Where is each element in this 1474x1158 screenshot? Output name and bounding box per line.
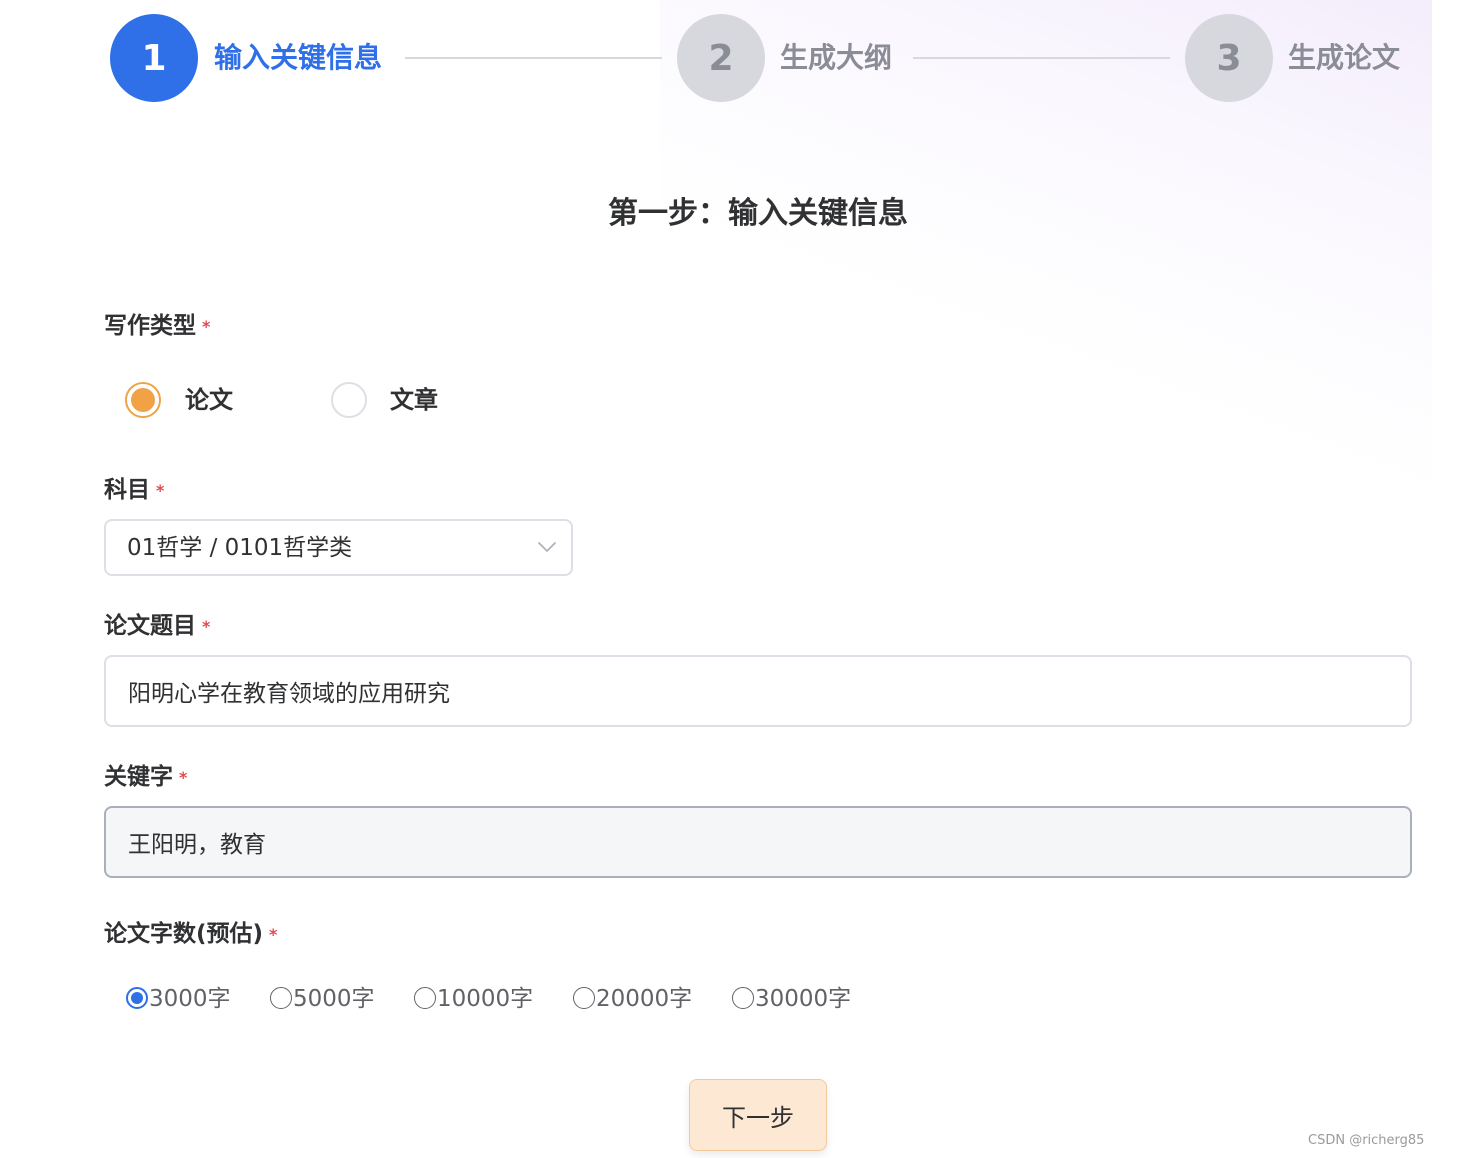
step-connector-1 xyxy=(405,57,662,59)
word-count-label-text: 论文字数(预估) xyxy=(104,921,264,947)
step-2-circle[interactable]: 2 xyxy=(677,14,765,102)
keywords-label-text: 关键字 xyxy=(104,764,173,790)
step-1-label[interactable]: 输入关键信息 xyxy=(214,38,382,78)
writing-type-label: 写作类型 * xyxy=(104,310,210,343)
subject-select[interactable]: 01哲学 / 0101哲学类 xyxy=(104,519,573,576)
writing-type-radio-paper[interactable] xyxy=(125,382,161,418)
keywords-label: 关键字 * xyxy=(104,761,187,794)
step-2-label[interactable]: 生成大纲 xyxy=(780,38,892,78)
word-count-radio-3000[interactable] xyxy=(126,987,148,1009)
page-title: 第一步：输入关键信息 xyxy=(608,196,908,231)
required-mark: * xyxy=(202,616,211,636)
next-step-button[interactable]: 下一步 xyxy=(689,1079,827,1151)
word-count-option-5000-label[interactable]: 5000字 xyxy=(293,982,375,1016)
word-count-option-10000-label[interactable]: 10000字 xyxy=(437,982,533,1016)
watermark: CSDN @richerg85 xyxy=(1308,1133,1425,1148)
writing-type-radio-article[interactable] xyxy=(331,382,367,418)
paper-title-input[interactable] xyxy=(104,655,1412,727)
step-3-label[interactable]: 生成论文 xyxy=(1288,38,1400,78)
step-connector-2 xyxy=(913,57,1170,59)
subject-select-value: 01哲学 / 0101哲学类 xyxy=(127,535,353,561)
subject-label: 科目 * xyxy=(104,474,164,507)
word-count-option-3000-label[interactable]: 3000字 xyxy=(149,982,231,1016)
required-mark: * xyxy=(156,480,165,500)
paper-title-label-text: 论文题目 xyxy=(104,613,196,639)
writing-type-option-article-label[interactable]: 文章 xyxy=(390,383,438,417)
word-count-option-20000-label[interactable]: 20000字 xyxy=(596,982,692,1016)
word-count-radio-5000[interactable] xyxy=(270,987,292,1009)
word-count-radio-20000[interactable] xyxy=(573,987,595,1009)
word-count-label: 论文字数(预估) * xyxy=(104,918,277,951)
step-1-circle[interactable]: 1 xyxy=(110,14,198,102)
word-count-radio-30000[interactable] xyxy=(732,987,754,1009)
required-mark: * xyxy=(269,924,278,944)
required-mark: * xyxy=(179,767,188,787)
chevron-down-icon xyxy=(538,542,556,552)
subject-label-text: 科目 xyxy=(104,477,150,503)
word-count-radio-10000[interactable] xyxy=(414,987,436,1009)
word-count-option-30000-label[interactable]: 30000字 xyxy=(755,982,851,1016)
step-indicator: 1 输入关键信息 2 生成大纲 3 生成论文 xyxy=(0,0,1474,120)
keywords-input[interactable] xyxy=(104,806,1412,878)
paper-title-label: 论文题目 * xyxy=(104,610,210,643)
writing-type-label-text: 写作类型 xyxy=(104,313,196,339)
required-mark: * xyxy=(202,316,211,336)
step-3-circle[interactable]: 3 xyxy=(1185,14,1273,102)
writing-type-option-paper-label[interactable]: 论文 xyxy=(185,383,233,417)
